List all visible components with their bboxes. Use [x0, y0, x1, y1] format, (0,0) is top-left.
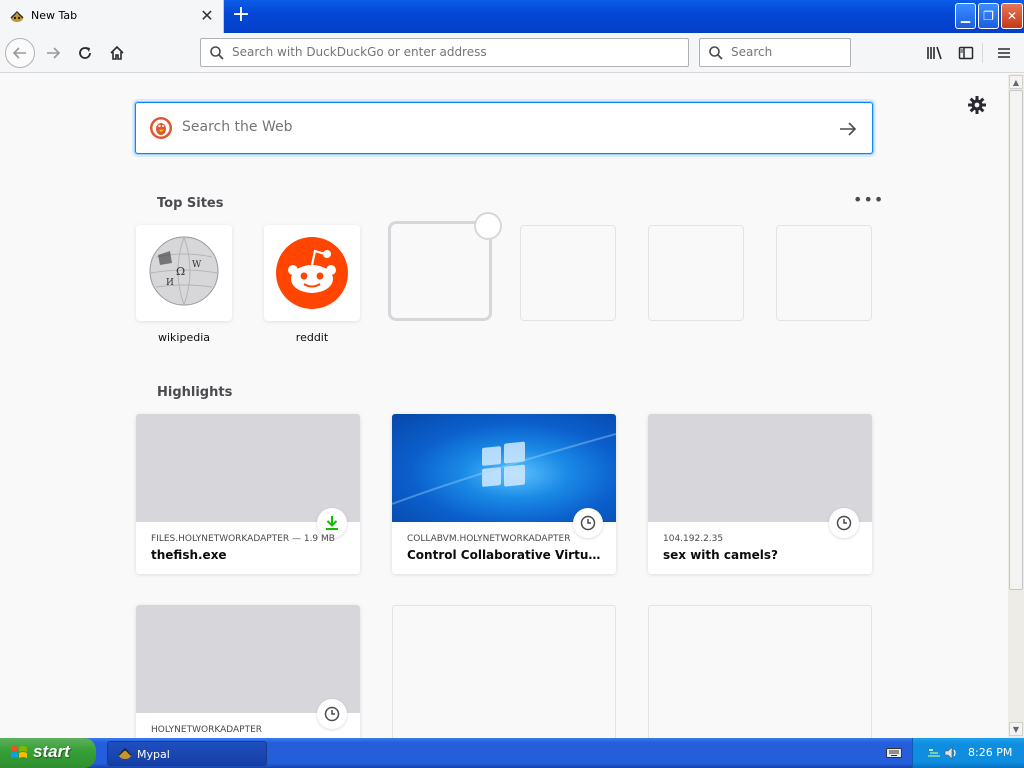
- home-button[interactable]: [102, 38, 132, 68]
- highlight-card[interactable]: FILES.HOLYNETWORKADAPTER — 1.9 MB thefis…: [136, 414, 360, 574]
- hamburger-menu-icon: [998, 48, 1010, 58]
- mypal-icon: [118, 747, 132, 759]
- svg-text:Ω: Ω: [176, 265, 185, 278]
- arrow-right-icon[interactable]: [836, 117, 860, 141]
- clock: 8:26 PM: [968, 746, 1013, 759]
- card-title: Control Collaborative Virtual Ma...: [407, 548, 607, 562]
- settings-button[interactable]: [966, 94, 988, 116]
- new-tab-button[interactable]: +: [228, 4, 254, 28]
- system-tray: 8:26 PM: [912, 738, 1024, 768]
- tab-strip: New Tab ✕ + ▁ ❐ ✕: [0, 0, 1024, 33]
- tab-new-tab[interactable]: New Tab ✕: [0, 0, 224, 33]
- svg-text:И: И: [166, 278, 174, 288]
- scroll-down-arrow[interactable]: ▼: [1009, 722, 1023, 736]
- top-site-label: reddit: [295, 331, 329, 344]
- search-input[interactable]: [731, 45, 843, 59]
- more-options-button[interactable]: •••: [853, 192, 883, 210]
- nav-bar: [0, 33, 1024, 73]
- highlight-card[interactable]: 104.192.2.35 sex with camels?: [648, 414, 872, 574]
- back-arrow-icon: [12, 47, 26, 59]
- card-host: 104.192.2.35: [663, 534, 724, 544]
- tab-close-icon[interactable]: ✕: [198, 6, 216, 26]
- top-site-empty-slot: [776, 225, 872, 321]
- back-button[interactable]: [5, 38, 35, 68]
- minimize-button[interactable]: ▁: [955, 3, 976, 29]
- card-preview-image: [136, 605, 360, 713]
- highlight-empty-slot: [392, 605, 616, 738]
- card-title: sex with camels?: [663, 548, 778, 562]
- library-button[interactable]: [920, 38, 950, 68]
- menu-button[interactable]: [989, 38, 1019, 68]
- home-icon: [110, 45, 124, 60]
- card-preview-image: [648, 414, 872, 522]
- mypal-icon: [10, 10, 24, 22]
- card-host: HOLYNETWORKADAPTER: [151, 725, 263, 735]
- top-sites-heading: Top Sites: [157, 196, 224, 211]
- drag-handle[interactable]: [474, 212, 502, 240]
- clock-icon: [580, 515, 596, 531]
- network-icon[interactable]: [927, 746, 941, 760]
- library-icon: [927, 46, 942, 60]
- search-icon: [709, 46, 723, 60]
- forward-arrow-icon: [47, 47, 61, 59]
- top-site-tile-wikipedia[interactable]: Ω W И: [136, 225, 232, 321]
- volume-icon[interactable]: [943, 745, 959, 761]
- taskbar: start Mypal 8:26 PM: [0, 738, 1024, 768]
- top-site-empty-slot: [520, 225, 616, 321]
- url-input[interactable]: [232, 45, 672, 59]
- duckduckgo-icon: [150, 117, 172, 139]
- keyboard-icon[interactable]: [886, 746, 902, 760]
- web-search-input[interactable]: [182, 119, 802, 135]
- card-preview-image: [392, 414, 616, 522]
- url-bar[interactable]: [200, 38, 689, 67]
- card-title: thefish.exe: [151, 548, 227, 562]
- reload-icon: [79, 47, 91, 59]
- search-icon: [210, 46, 224, 60]
- reddit-icon: [276, 237, 348, 309]
- page-scrollbar[interactable]: ▲ ▼: [1008, 74, 1024, 738]
- highlight-empty-slot: [648, 605, 872, 738]
- download-icon: [326, 516, 338, 530]
- web-search-box[interactable]: [135, 102, 873, 154]
- sidebar-icon: [958, 46, 974, 60]
- card-host: COLLABVM.HOLYNETWORKADAPTER: [407, 534, 571, 544]
- scroll-thumb[interactable]: [1009, 90, 1023, 590]
- top-site-label: wikipedia: [157, 331, 210, 344]
- scroll-up-arrow[interactable]: ▲: [1009, 75, 1023, 89]
- taskbar-item-label: Mypal: [137, 748, 170, 761]
- card-host: FILES.HOLYNETWORKADAPTER — 1.9 MB: [151, 534, 335, 544]
- search-bar[interactable]: [699, 38, 851, 67]
- start-label: start: [33, 742, 70, 761]
- top-site-drop-target[interactable]: [388, 221, 492, 321]
- clock-icon: [836, 515, 852, 531]
- sidebar-button[interactable]: [951, 38, 981, 68]
- gear-icon: [968, 96, 986, 114]
- new-tab-page: Top Sites ••• Ω W И wikipedia reddit: [0, 74, 1008, 738]
- wikipedia-icon: Ω W И: [149, 236, 219, 306]
- svg-text:W: W: [192, 260, 202, 270]
- windows-flag-icon: [11, 746, 27, 758]
- windows-logo-icon: [392, 433, 616, 505]
- card-preview-image: [136, 414, 360, 522]
- tab-title: New Tab: [31, 9, 78, 22]
- start-button[interactable]: start: [0, 738, 96, 768]
- top-site-empty-slot: [648, 225, 744, 321]
- highlights-heading: Highlights: [157, 385, 233, 400]
- close-window-button[interactable]: ✕: [1001, 3, 1023, 29]
- toolbar-separator: [982, 43, 983, 63]
- maximize-button[interactable]: ❐: [978, 3, 999, 29]
- clock-icon: [324, 706, 340, 722]
- highlight-card[interactable]: COLLABVM.HOLYNETWORKADAPTER Control Coll…: [392, 414, 616, 574]
- highlight-card[interactable]: HOLYNETWORKADAPTER: [136, 605, 360, 738]
- taskbar-item-mypal[interactable]: Mypal: [107, 741, 267, 766]
- reload-button[interactable]: [70, 38, 100, 68]
- top-site-tile-reddit[interactable]: [264, 225, 360, 321]
- forward-button[interactable]: [38, 38, 68, 68]
